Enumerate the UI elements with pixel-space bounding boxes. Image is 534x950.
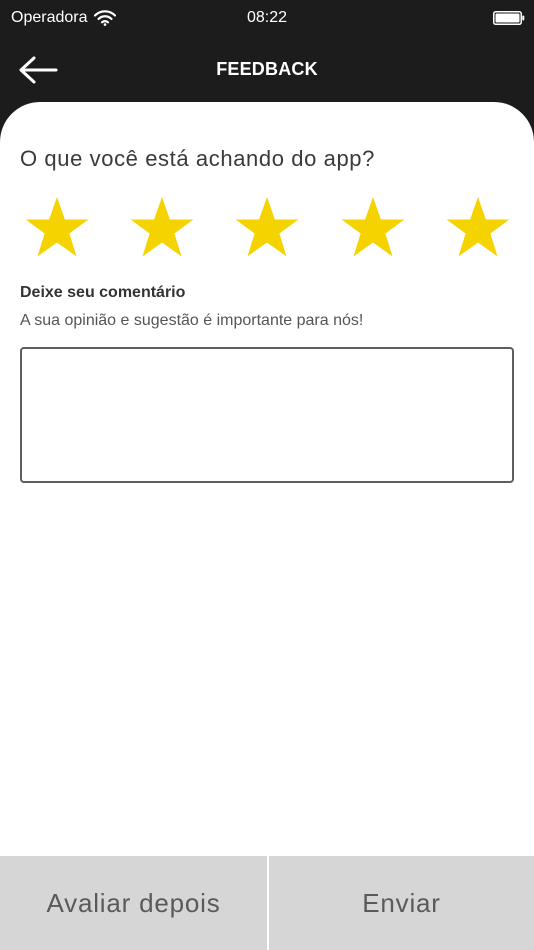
star-5-button[interactable] — [443, 194, 513, 262]
star-icon — [25, 197, 89, 257]
battery-icon — [493, 11, 525, 25]
comment-hint: A sua opinião e sugestão é importante pa… — [20, 312, 364, 329]
star-icon — [446, 197, 510, 257]
star-icon — [130, 197, 194, 257]
rate-later-button[interactable]: Avaliar depois — [0, 856, 267, 950]
nav-bar: FEEDBACK — [0, 38, 534, 102]
page-title: FEEDBACK — [216, 59, 318, 79]
status-time: 08:22 — [246, 9, 288, 26]
star-3-button[interactable] — [232, 194, 302, 262]
star-rating — [0, 194, 534, 264]
comment-input[interactable] — [20, 347, 514, 483]
star-2-button[interactable] — [127, 194, 197, 262]
star-1-button[interactable] — [22, 194, 92, 262]
star-icon — [341, 197, 405, 257]
comment-label: Deixe seu comentário — [20, 284, 186, 301]
rating-question: O que você está achando do app? — [20, 146, 375, 171]
action-bar: Avaliar depois Enviar — [0, 856, 534, 950]
status-bar: Operadora 08:22 — [0, 0, 534, 38]
feedback-panel: O que você está achando do app? Deixe se… — [0, 102, 534, 856]
send-button[interactable]: Enviar — [269, 856, 534, 950]
star-4-button[interactable] — [338, 194, 408, 262]
star-icon — [235, 197, 299, 257]
